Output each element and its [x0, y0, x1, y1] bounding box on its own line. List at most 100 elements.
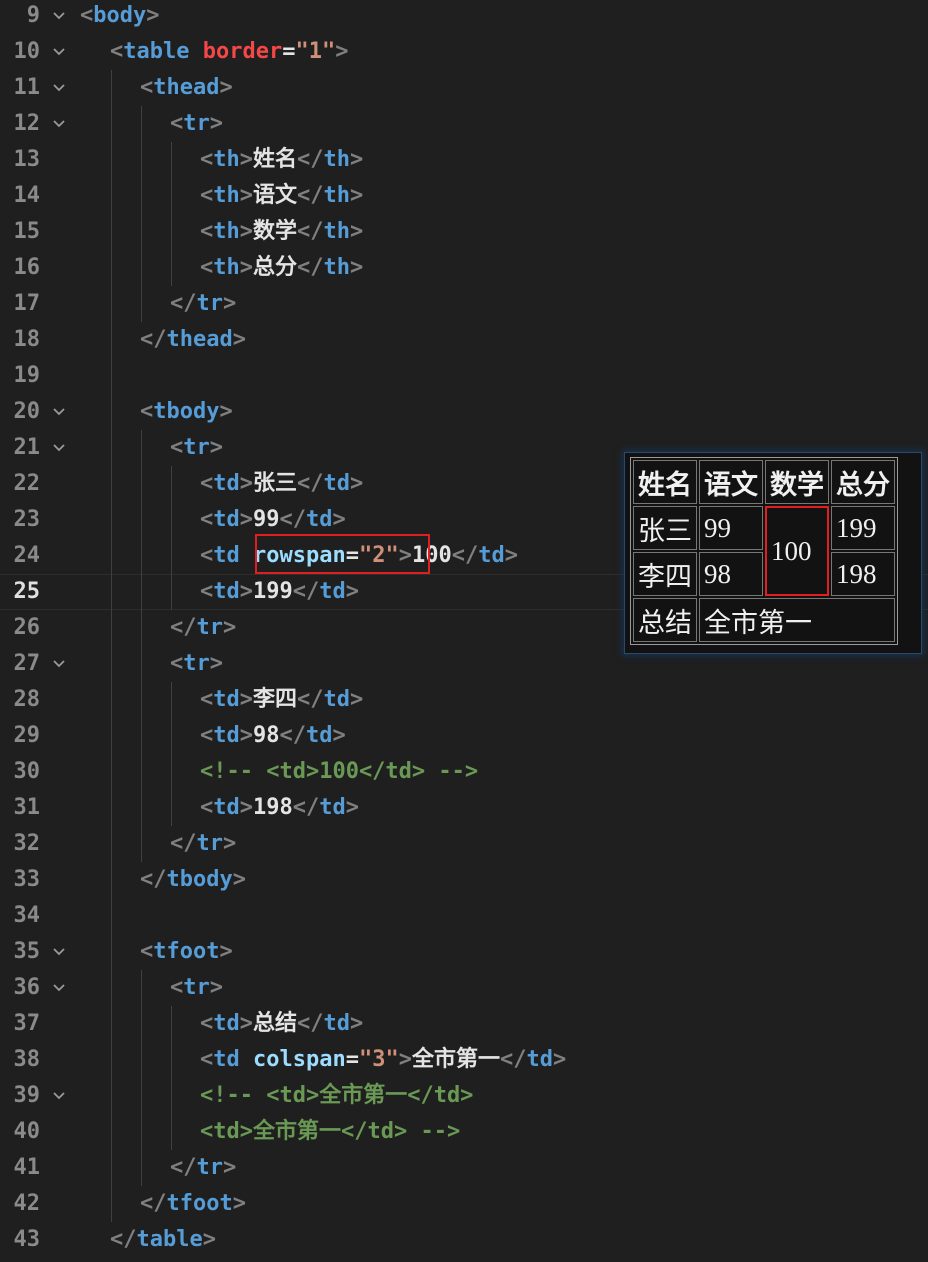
indent-guide	[171, 250, 172, 286]
code-line[interactable]: 29 <td>98</td>	[0, 718, 928, 754]
line-number: 30	[13, 759, 41, 784]
chevron-down-icon[interactable]	[52, 117, 66, 131]
code-line[interactable]: 37 <td>总结</td>	[0, 1006, 928, 1042]
code-line[interactable]: 19	[0, 358, 928, 394]
indent-guide	[111, 898, 112, 934]
code-line[interactable]: 17 </tr>	[0, 286, 928, 322]
chevron-down-icon[interactable]	[52, 981, 66, 995]
code-line[interactable]: 12 <tr>	[0, 106, 928, 142]
code-token: >	[350, 1011, 364, 1036]
code-token: >	[146, 3, 160, 28]
code-line[interactable]: 39 <!-- <td>全市第一</td>	[0, 1078, 928, 1114]
code-line[interactable]: 20 <tbody>	[0, 394, 928, 430]
code-text: </tbody>	[140, 862, 246, 898]
code-token: thead	[153, 75, 220, 100]
footer-value: 全市第一	[699, 598, 895, 642]
indent-guide	[141, 538, 142, 574]
chevron-down-icon[interactable]	[52, 945, 66, 959]
code-line[interactable]: 35 <tfoot>	[0, 934, 928, 970]
code-token: "1"	[295, 39, 336, 64]
code-token: td	[213, 543, 240, 568]
code-line[interactable]: 9 <body>	[0, 0, 928, 34]
line-number: 31	[13, 795, 41, 820]
code-token: td	[213, 579, 240, 604]
indent-guide	[171, 1114, 172, 1150]
code-line[interactable]: 13 <th>姓名</th>	[0, 142, 928, 178]
chevron-down-icon[interactable]	[52, 9, 66, 23]
indent-guide	[111, 1078, 112, 1114]
code-line[interactable]: 43 </table>	[0, 1222, 928, 1258]
cell-math-merged: 100	[765, 506, 829, 596]
code-line[interactable]: 42 </tfoot>	[0, 1186, 928, 1222]
indent-guide	[141, 250, 142, 286]
cell-chinese: 98	[699, 552, 763, 596]
code-line[interactable]: 28 <td>李四</td>	[0, 682, 928, 718]
code-token: tr	[183, 435, 210, 460]
indent-guide	[171, 1042, 172, 1078]
code-line[interactable]: 36 <tr>	[0, 970, 928, 1006]
indent-guide	[111, 862, 112, 898]
code-token: >	[239, 183, 253, 208]
code-text: </tr>	[170, 826, 236, 862]
code-token: table	[136, 1227, 203, 1252]
code-line[interactable]: 30 <!-- <td>100</td> -->	[0, 754, 928, 790]
code-line[interactable]: 11 <thead>	[0, 70, 928, 106]
code-line[interactable]: 31 <td>198</td>	[0, 790, 928, 826]
indent-guide	[171, 718, 172, 754]
code-text: </tr>	[170, 610, 236, 646]
code-line[interactable]: 10 <table border="1">	[0, 34, 928, 70]
line-number: 20	[13, 399, 41, 424]
code-token: td	[319, 795, 346, 820]
code-line[interactable]: 41 </tr>	[0, 1150, 928, 1186]
code-token: <	[200, 507, 214, 532]
code-token: >	[332, 723, 346, 748]
chevron-down-icon[interactable]	[52, 81, 66, 95]
code-token: body	[93, 3, 147, 28]
chevron-down-icon[interactable]	[52, 45, 66, 59]
chevron-down-icon[interactable]	[52, 1089, 66, 1103]
chevron-down-icon[interactable]	[52, 657, 66, 671]
code-token: 全市第一	[411, 1047, 500, 1072]
code-token: <	[110, 39, 124, 64]
indent-guide	[141, 286, 142, 322]
code-token: table	[123, 39, 190, 64]
code-token: td	[319, 579, 346, 604]
indent-guide	[141, 1006, 142, 1042]
code-line[interactable]: 38 <td colspan="3">全市第一</td>	[0, 1042, 928, 1078]
code-text: <td>张三</td>	[200, 466, 363, 502]
code-token: th	[213, 147, 240, 172]
cell-name: 张三	[633, 506, 697, 550]
line-number: 37	[13, 1011, 41, 1036]
indent-guide	[141, 574, 142, 610]
code-line[interactable]: 14 <th>语文</th>	[0, 178, 928, 214]
code-line[interactable]: 33 </tbody>	[0, 862, 928, 898]
chevron-down-icon[interactable]	[52, 441, 66, 455]
code-line[interactable]: 32 </tr>	[0, 826, 928, 862]
code-line[interactable]: 16 <th>总分</th>	[0, 250, 928, 286]
indent-guide	[141, 430, 142, 466]
code-token: 张三	[253, 471, 298, 496]
code-token: >	[239, 219, 253, 244]
code-token: th	[213, 255, 240, 280]
code-token: 语文	[253, 183, 298, 208]
code-token: </	[292, 579, 320, 604]
code-line[interactable]: 15 <th>数学</th>	[0, 214, 928, 250]
code-line[interactable]: 18 </thead>	[0, 322, 928, 358]
code-token: <	[170, 651, 184, 676]
code-line[interactable]: 34	[0, 898, 928, 934]
chevron-down-icon[interactable]	[52, 405, 66, 419]
code-token: >	[239, 723, 253, 748]
code-token: tbody	[166, 867, 233, 892]
code-token: <	[200, 255, 214, 280]
code-token: >	[332, 507, 346, 532]
code-token: 李四	[253, 687, 298, 712]
code-text: <!-- <td>全市第一</td>	[200, 1078, 473, 1114]
indent-guide	[111, 790, 112, 826]
indent-guide	[171, 682, 172, 718]
indent-guide	[111, 178, 112, 214]
code-line[interactable]: 40 <td>全市第一</td> -->	[0, 1114, 928, 1150]
code-token: tr	[183, 651, 210, 676]
indent-guide	[171, 1078, 172, 1114]
indent-guide	[171, 538, 172, 574]
